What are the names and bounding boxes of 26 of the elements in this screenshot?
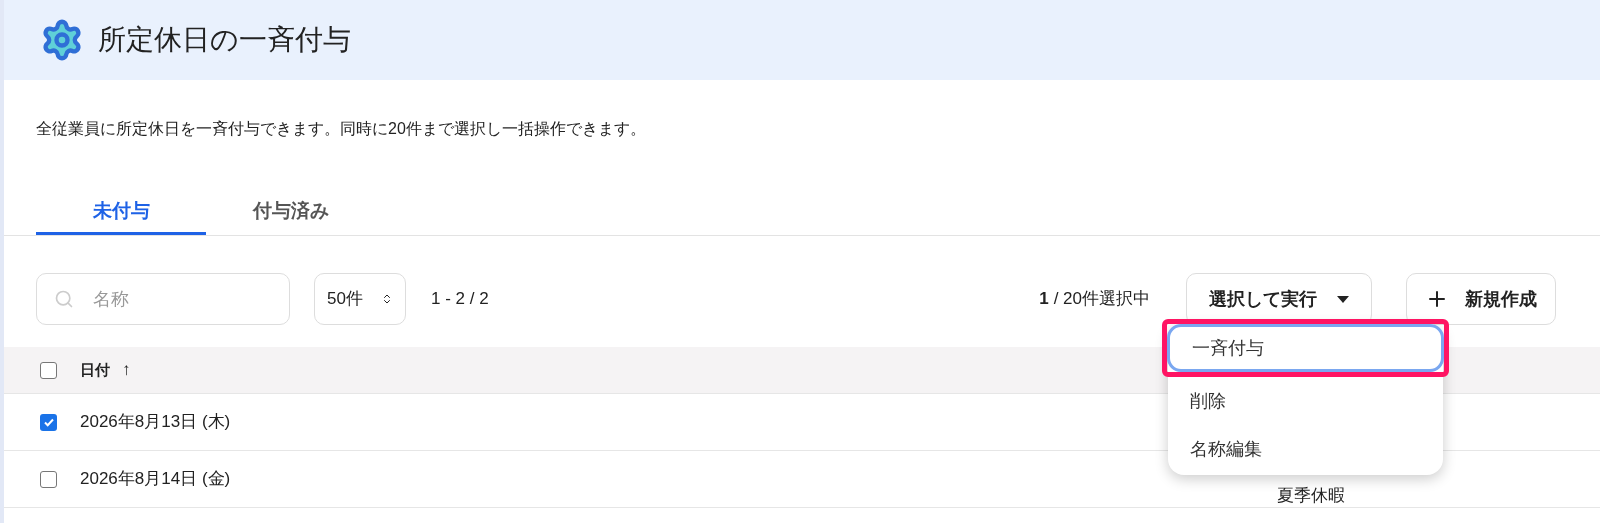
- checkbox[interactable]: [40, 361, 57, 379]
- table-cell-text: 2026年8月13日 (木): [80, 411, 232, 434]
- menu-item[interactable]: 削除: [1168, 377, 1443, 425]
- page-size-select[interactable]: 50件: [314, 273, 406, 325]
- settings-icon: [40, 18, 84, 62]
- tab[interactable]: 付与済み: [206, 191, 376, 235]
- column-header[interactable]: 日付: [80, 358, 110, 382]
- table-cell: 夏季休暇: [1277, 486, 1345, 506]
- description: 全従業員に所定休日を一斉付与できます。同時に20件まで選択し一括操作できます。: [35, 119, 647, 139]
- selection-count: 1: [1039, 288, 1049, 311]
- selection-text: / 20件選択中: [1053, 288, 1150, 311]
- caret-icon: [1337, 295, 1349, 303]
- menu-item[interactable]: 一斉付与: [1167, 324, 1444, 372]
- menu-item[interactable]: 名称編集: [1168, 425, 1443, 473]
- updown-icon: [381, 293, 393, 305]
- page-title: 所定休日の一斉付与: [98, 23, 351, 57]
- table-cell-text: 2026年8月14日 (金): [80, 468, 232, 491]
- checkbox[interactable]: [40, 470, 57, 488]
- new-button[interactable]: 新規作成: [1406, 273, 1556, 325]
- checkbox[interactable]: [40, 413, 57, 431]
- range-text: 1 - 2 / 2: [431, 288, 489, 311]
- sort-indicator[interactable]: ↑: [122, 357, 131, 383]
- search-icon: [54, 289, 74, 309]
- tab[interactable]: 未付与: [36, 191, 206, 235]
- check-icon: [42, 416, 55, 428]
- search-field[interactable]: 名称: [36, 273, 290, 325]
